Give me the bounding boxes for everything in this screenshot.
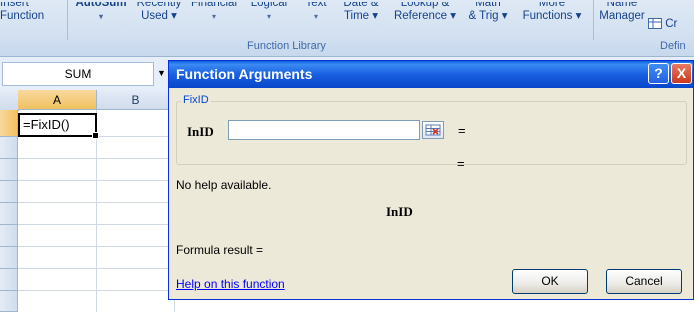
function-library-group-label: Function Library — [247, 40, 326, 52]
lookup-reference-button[interactable]: Lookup & Reference ▾ — [389, 0, 461, 23]
select-all-corner[interactable] — [0, 90, 19, 111]
help-button[interactable]: ? — [648, 63, 669, 84]
name-box-dropdown-icon[interactable]: ▼ — [157, 68, 166, 78]
recently-used-button[interactable]: Recently Used ▾ — [135, 0, 183, 23]
lookup-reference-line1: Lookup & — [400, 0, 450, 9]
lookup-reference-line2: Reference ▾ — [393, 10, 457, 22]
result-equals: = — [457, 156, 465, 171]
logical-dropdown-icon: ▾ — [266, 12, 271, 21]
formula-result-label: Formula result = — [176, 243, 264, 257]
argument-equals: = — [458, 123, 466, 138]
row-header[interactable] — [0, 225, 18, 247]
math-trig-line2: & Trig ▾ — [468, 10, 508, 22]
insert-function-line2: Function — [0, 10, 45, 22]
financial-dropdown-icon: ▾ — [211, 12, 216, 21]
column-header-a[interactable]: A — [18, 90, 97, 110]
row-header[interactable] — [0, 137, 18, 159]
ribbon-separator — [67, 0, 68, 40]
create-label: Cr — [665, 18, 678, 30]
row-header[interactable] — [0, 181, 18, 203]
date-time-button[interactable]: Date & Time ▾ — [337, 0, 385, 23]
argument-description-label: InID — [386, 204, 413, 219]
column-header-b[interactable]: B — [97, 90, 175, 110]
collapse-dialog-button[interactable] — [422, 121, 444, 139]
more-functions-line2: Functions ▾ — [522, 10, 582, 22]
financial-line1: Financial — [190, 0, 238, 9]
ribbon-separator — [593, 0, 594, 40]
help-on-function-link[interactable]: Help on this function — [176, 277, 285, 291]
logical-line1: Logical — [250, 0, 288, 9]
logical-button[interactable]: Logical ▾ — [246, 0, 292, 23]
text-line1: Text — [305, 0, 327, 9]
argument-label: InID — [187, 124, 214, 139]
date-time-line1: Date & — [343, 0, 379, 9]
dialog-title-bar[interactable]: Function Arguments ? X — [169, 61, 693, 88]
ribbon-formulas-tab: Insert Function AutoSum ▾ Recently Used … — [0, 0, 694, 57]
row-header[interactable] — [0, 291, 18, 312]
row-header[interactable] — [0, 247, 18, 269]
row-header[interactable] — [0, 159, 18, 181]
grid-line — [96, 110, 97, 312]
ok-button[interactable]: OK — [512, 269, 588, 294]
autosum-line1: AutoSum — [75, 0, 127, 9]
autosum-dropdown-icon: ▾ — [98, 12, 103, 21]
row-header[interactable] — [0, 110, 18, 137]
insert-function-line1: Insert — [0, 0, 29, 9]
insert-function-button[interactable]: Insert Function — [0, 0, 45, 23]
function-description: No help available. — [176, 178, 272, 192]
range-select-icon — [425, 124, 441, 136]
recently-used-line1: Recently — [136, 0, 182, 9]
argument-input[interactable] — [228, 120, 420, 140]
recently-used-line2: Used ▾ — [141, 10, 177, 22]
cell-a1[interactable]: =FixID() — [18, 113, 99, 139]
function-arguments-group: FixID InID = — [176, 94, 687, 165]
create-from-selection-button[interactable]: Cr — [648, 18, 677, 31]
create-names-icon — [648, 18, 662, 29]
date-time-line2: Time ▾ — [343, 10, 379, 22]
text-button[interactable]: Text ▾ — [296, 0, 336, 23]
autosum-button[interactable]: AutoSum ▾ — [72, 0, 130, 23]
math-trig-line1: Math — [475, 0, 501, 9]
more-functions-line1: More — [538, 0, 566, 9]
row-header[interactable] — [0, 269, 18, 291]
text-dropdown-icon: ▾ — [313, 12, 318, 21]
name-manager-line2: Manager — [599, 10, 645, 22]
dialog-title: Function Arguments — [176, 66, 313, 82]
function-name-label: FixID — [181, 94, 211, 106]
math-trig-button[interactable]: Math & Trig ▾ — [460, 0, 516, 23]
name-manager-button[interactable]: Name Manager — [598, 0, 646, 23]
more-functions-button[interactable]: More Functions ▾ — [516, 0, 588, 23]
financial-button[interactable]: Financial ▾ — [187, 0, 241, 23]
cancel-button[interactable]: Cancel — [606, 269, 682, 294]
row-header[interactable] — [0, 203, 18, 225]
defined-names-group-label: Defin — [660, 40, 686, 52]
function-arguments-dialog: Function Arguments ? X FixID InID = = No… — [168, 60, 694, 300]
close-button[interactable]: X — [671, 63, 692, 84]
name-box[interactable]: SUM — [2, 62, 154, 86]
name-manager-line1: Name — [606, 0, 638, 9]
